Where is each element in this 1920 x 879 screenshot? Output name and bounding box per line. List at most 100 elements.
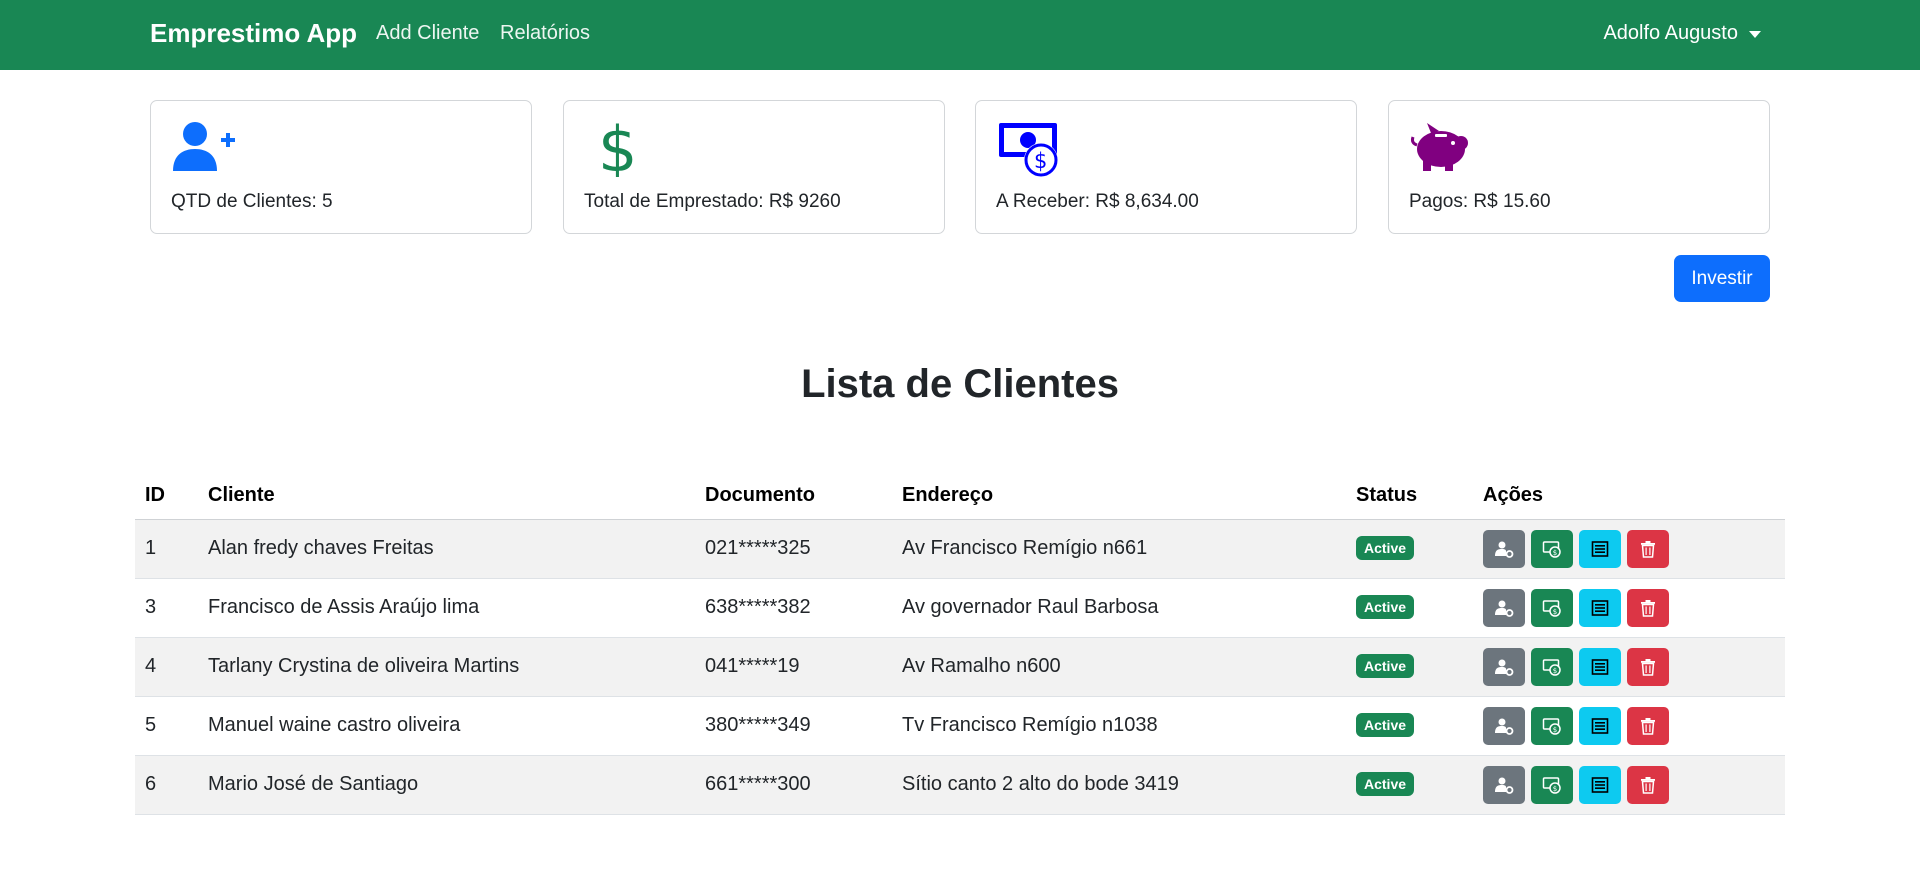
card-label: Total de Emprestado: R$ 9260: [584, 191, 841, 212]
piggy-bank-icon: [1411, 123, 1468, 171]
cell-cliente: Alan fredy chaves Freitas: [208, 537, 434, 559]
card-clientes: QTD de Clientes: 5: [150, 100, 532, 234]
trash-icon: [1641, 541, 1655, 558]
cell-cliente: Francisco de Assis Araújo lima: [208, 596, 480, 618]
cell-id: 4: [145, 655, 157, 677]
svg-text:$: $: [1553, 608, 1557, 616]
details-button[interactable]: [1579, 530, 1621, 568]
table-row: 4 Tarlany Crystina de oliveira Martins 0…: [135, 638, 1785, 697]
cell-id: 3: [145, 596, 157, 618]
cell-endereco: Sítio canto 2 alto do bode 3419: [902, 773, 1179, 795]
cash-icon: $: [1542, 541, 1561, 558]
trash-icon: [1641, 600, 1655, 617]
nav-add-cliente[interactable]: Add Cliente: [376, 22, 479, 45]
list-icon: [1591, 541, 1609, 557]
svg-text:$: $: [1034, 149, 1047, 173]
clients-table: ID Cliente Documento Endereço Status Açõ…: [135, 474, 1785, 815]
cell-documento: 661*****300: [705, 773, 811, 795]
status-badge: Active: [1356, 536, 1415, 560]
card-emprestado: $ Total de Emprestado: R$ 9260: [563, 100, 945, 234]
status-badge: Active: [1356, 772, 1415, 796]
loan-button[interactable]: $: [1531, 648, 1573, 686]
edit-client-button[interactable]: [1483, 766, 1525, 804]
user-name: Adolfo Augusto: [1603, 22, 1738, 44]
header-endereco: Endereço: [902, 484, 994, 506]
trash-icon: [1641, 777, 1655, 794]
delete-button[interactable]: [1627, 766, 1669, 804]
header-status: Status: [1356, 484, 1418, 506]
delete-button[interactable]: [1627, 589, 1669, 627]
user-dropdown[interactable]: Adolfo Augusto: [1603, 22, 1761, 45]
user-gear-icon: [1495, 777, 1514, 794]
loan-button[interactable]: $: [1531, 530, 1573, 568]
caret-down-icon: [1749, 31, 1761, 38]
details-button[interactable]: [1579, 648, 1621, 686]
status-badge: Active: [1356, 595, 1415, 619]
edit-client-button[interactable]: [1483, 589, 1525, 627]
list-icon: [1591, 659, 1609, 675]
cell-endereco: Av Ramalho n600: [902, 655, 1061, 677]
cash-icon: $: [1542, 718, 1561, 735]
delete-button[interactable]: [1627, 530, 1669, 568]
table-row: 6 Mario José de Santiago 661*****300 Sít…: [135, 756, 1785, 815]
status-badge: Active: [1356, 713, 1415, 737]
header-acoes: Ações: [1483, 484, 1544, 506]
brand[interactable]: Emprestimo App: [150, 18, 357, 49]
cell-id: 5: [145, 714, 157, 736]
row-actions: $: [1483, 648, 1669, 686]
cell-cliente: Tarlany Crystina de oliveira Martins: [208, 655, 520, 677]
header-id: ID: [145, 484, 165, 506]
table-body: 1 Alan fredy chaves Freitas 021*****325 …: [135, 520, 1785, 815]
card-label: QTD de Clientes: 5: [171, 191, 333, 212]
nav-relatorios[interactable]: Relatórios: [500, 22, 590, 45]
cell-cliente: Manuel waine castro oliveira: [208, 714, 461, 736]
dollar-icon: $: [598, 119, 637, 177]
header-cliente: Cliente: [208, 484, 275, 506]
svg-text:$: $: [1553, 549, 1557, 557]
list-icon: [1591, 600, 1609, 616]
details-button[interactable]: [1579, 589, 1621, 627]
cell-id: 6: [145, 773, 157, 795]
table-row: 1 Alan fredy chaves Freitas 021*****325 …: [135, 520, 1785, 579]
svg-text:$: $: [1553, 785, 1557, 793]
row-actions: $: [1483, 766, 1669, 804]
cash-icon: $: [1542, 777, 1561, 794]
cell-documento: 041*****19: [705, 655, 800, 677]
table-row: 3 Francisco de Assis Araújo lima 638****…: [135, 579, 1785, 638]
trash-icon: [1641, 718, 1655, 735]
header-documento: Documento: [705, 484, 815, 506]
svg-text:$: $: [1553, 726, 1557, 734]
row-actions: $: [1483, 530, 1669, 568]
delete-button[interactable]: [1627, 707, 1669, 745]
svg-text:$: $: [598, 119, 637, 177]
cell-endereco: Av governador Raul Barbosa: [902, 596, 1159, 618]
user-gear-icon: [1495, 600, 1514, 617]
cash-icon: $: [1542, 600, 1561, 617]
svg-text:$: $: [1553, 667, 1557, 675]
edit-client-button[interactable]: [1483, 530, 1525, 568]
edit-client-button[interactable]: [1483, 707, 1525, 745]
cell-documento: 638*****382: [705, 596, 811, 618]
loan-button[interactable]: $: [1531, 589, 1573, 627]
card-label: A Receber: R$ 8,634.00: [996, 191, 1199, 212]
trash-icon: [1641, 659, 1655, 676]
details-button[interactable]: [1579, 766, 1621, 804]
user-gear-icon: [1495, 659, 1514, 676]
loan-button[interactable]: $: [1531, 707, 1573, 745]
cell-documento: 380*****349: [705, 714, 811, 736]
navbar: Emprestimo App Add Cliente Relatórios Ad…: [0, 0, 1920, 70]
delete-button[interactable]: [1627, 648, 1669, 686]
details-button[interactable]: [1579, 707, 1621, 745]
cash-coin-icon: $: [999, 123, 1058, 177]
loan-button[interactable]: $: [1531, 766, 1573, 804]
invest-button[interactable]: Investir: [1674, 255, 1770, 302]
card-receber: $ A Receber: R$ 8,634.00: [975, 100, 1357, 234]
table-row: 5 Manuel waine castro oliveira 380*****3…: [135, 697, 1785, 756]
cell-endereco: Tv Francisco Remígio n1038: [902, 714, 1158, 736]
page-title: Lista de Clientes: [801, 362, 1119, 406]
row-actions: $: [1483, 589, 1669, 627]
status-badge: Active: [1356, 654, 1415, 678]
edit-client-button[interactable]: [1483, 648, 1525, 686]
cell-endereco: Av Francisco Remígio n661: [902, 537, 1148, 559]
cell-cliente: Mario José de Santiago: [208, 773, 419, 795]
